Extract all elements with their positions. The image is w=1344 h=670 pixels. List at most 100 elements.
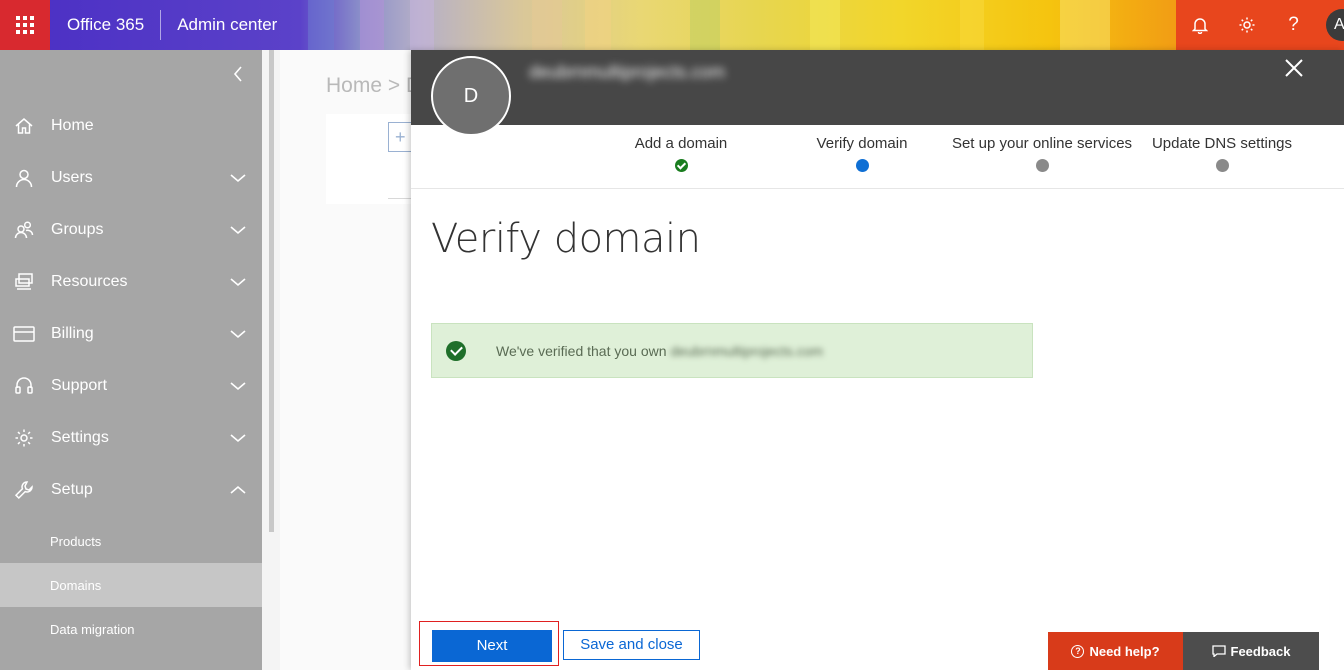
need-help-label: Need help? <box>1089 643 1160 659</box>
help-icon: ? <box>1288 14 1299 35</box>
divider <box>388 198 412 199</box>
pending-step-dot-icon <box>1215 159 1229 172</box>
panel-header: deubrnmultiprojects.com <box>411 50 1344 125</box>
sidebar-item-billing[interactable]: Billing <box>0 308 262 360</box>
step-label: Set up your online services <box>951 135 1133 152</box>
sidebar-item-resources[interactable]: Resources <box>0 256 262 308</box>
banner-pixel <box>410 0 434 50</box>
step-online-services: Set up your online services <box>942 135 1142 172</box>
success-check-icon <box>446 340 466 361</box>
notifications-button[interactable] <box>1176 0 1223 50</box>
chevron-down-icon <box>228 374 248 398</box>
sidebar: Home Users Groups Resources Billing Supp… <box>0 50 262 670</box>
breadcrumb: Home > D <box>326 74 422 97</box>
alert-message: We've verified that you own <box>496 342 667 359</box>
page-title: Verify domain <box>431 216 701 262</box>
domain-avatar: D <box>431 56 511 136</box>
wizard-steps: Add a domain Verify domain Set up your o… <box>411 125 1344 189</box>
sidebar-item-home[interactable]: Home <box>0 100 262 152</box>
close-button[interactable] <box>1284 58 1310 84</box>
sidebar-item-label: Home <box>51 117 94 134</box>
gear-icon <box>1239 17 1254 33</box>
banner-pixel <box>960 0 984 50</box>
sidebar-item-settings[interactable]: Settings <box>0 412 262 464</box>
pending-step-dot-icon <box>1035 159 1049 172</box>
sidebar-scrollbar[interactable] <box>262 50 280 670</box>
banner-pixel <box>308 0 334 50</box>
next-button-highlight: Next <box>419 621 559 666</box>
settings-button[interactable] <box>1223 0 1270 50</box>
sidebar-item-label: Billing <box>51 325 94 342</box>
current-step-dot-icon <box>855 159 869 172</box>
step-label: Add a domain <box>634 135 728 152</box>
alert-domain: deubrnmultiprojects.com <box>670 342 824 359</box>
bell-icon <box>1191 18 1208 34</box>
step-label: Update DNS settings <box>1151 135 1293 152</box>
step-label: Verify domain <box>816 135 908 152</box>
setup-subnav: Products Domains Data migration <box>0 519 262 651</box>
app-name[interactable]: Office 365 <box>50 10 162 40</box>
add-domain-wizard-panel: deubrnmultiprojects.com D Add a domain V… <box>411 50 1344 670</box>
top-bar: Office 365 Admin center ? A <box>0 0 1344 50</box>
section-name: Admin center <box>177 15 278 34</box>
step-verify-domain: Verify domain <box>762 135 962 172</box>
help-bar: ? Need help? Feedback <box>1048 632 1319 670</box>
resources-icon <box>12 270 36 294</box>
chevron-left-icon <box>233 66 242 82</box>
groups-icon <box>12 218 36 242</box>
collapse-sidebar-button[interactable] <box>228 62 248 86</box>
close-icon <box>1285 59 1303 77</box>
chevron-down-icon <box>228 166 248 190</box>
top-right-actions: ? A <box>1176 0 1344 50</box>
sidebar-item-label: Settings <box>51 429 109 446</box>
sidebar-item-setup[interactable]: Setup <box>0 464 262 516</box>
sidebar-item-groups[interactable]: Groups <box>0 204 262 256</box>
check-icon <box>674 159 688 172</box>
billing-icon <box>12 322 36 346</box>
next-button[interactable]: Next <box>432 630 552 662</box>
banner-pixel <box>585 0 611 50</box>
chevron-down-icon <box>228 218 248 242</box>
banner-pixel <box>690 0 720 50</box>
sidebar-item-label: Support <box>51 377 108 394</box>
save-and-close-button[interactable]: Save and close <box>563 630 700 660</box>
banner-pixel <box>1060 0 1110 50</box>
brand: Office 365 Admin center <box>50 0 308 50</box>
app-launcher-button[interactable] <box>0 0 50 50</box>
wrench-icon <box>12 478 36 502</box>
question-icon: ? <box>1071 644 1085 658</box>
home-icon <box>12 114 36 138</box>
sidebar-item-users[interactable]: Users <box>0 152 262 204</box>
chevron-down-icon <box>228 270 248 294</box>
chevron-down-icon <box>228 322 248 346</box>
chevron-down-icon <box>228 426 248 450</box>
waffle-icon <box>16 16 34 34</box>
gear-icon <box>12 426 36 450</box>
sidebar-subitem-domains[interactable]: Domains <box>0 563 262 607</box>
nav-list: Home Users Groups Resources Billing Supp… <box>0 100 262 516</box>
chevron-up-icon <box>228 478 248 502</box>
help-button[interactable]: ? <box>1270 0 1317 50</box>
domain-name: deubrnmultiprojects.com <box>529 62 726 82</box>
feedback-button[interactable]: Feedback <box>1183 632 1319 670</box>
step-dns-settings: Update DNS settings <box>1122 135 1322 172</box>
headset-icon <box>12 374 36 398</box>
feedback-label: Feedback <box>1230 643 1291 659</box>
need-help-button[interactable]: ? Need help? <box>1048 632 1183 670</box>
sidebar-item-support[interactable]: Support <box>0 360 262 412</box>
banner-pixel <box>532 0 562 50</box>
sidebar-item-label: Groups <box>51 221 104 238</box>
sidebar-item-label: Users <box>51 169 93 186</box>
success-alert: We've verified that you own deubrnmultip… <box>431 323 1033 378</box>
sidebar-item-label: Resources <box>51 273 128 290</box>
banner-pixel <box>360 0 384 50</box>
sidebar-item-label: Setup <box>51 481 93 498</box>
step-add-domain: Add a domain <box>581 135 781 172</box>
account-button[interactable]: A <box>1317 0 1344 50</box>
scrollbar-thumb[interactable] <box>269 50 274 532</box>
sidebar-subitem-data-migration[interactable]: Data migration <box>0 607 262 651</box>
sidebar-subitem-products[interactable]: Products <box>0 519 262 563</box>
add-icon: + <box>388 122 412 152</box>
banner-pixel <box>810 0 840 50</box>
user-icon <box>12 166 36 190</box>
